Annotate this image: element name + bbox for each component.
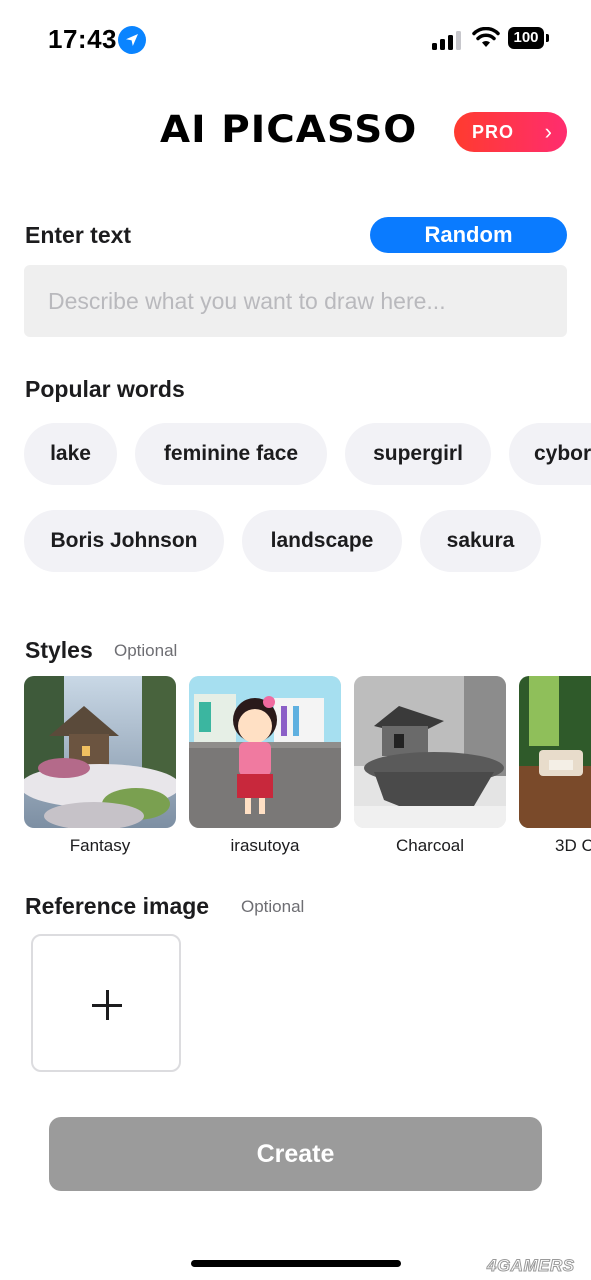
battery-icon: 100 (508, 27, 549, 49)
home-indicator[interactable] (191, 1260, 401, 1267)
popular-words-label: Popular words (25, 376, 185, 402)
status-time: 17:43 (48, 24, 117, 54)
popular-word-chip[interactable]: sakura (420, 510, 541, 572)
popular-word-chip[interactable]: lake (24, 423, 117, 485)
enter-text-label: Enter text (25, 222, 132, 248)
chevron-right-icon: › (544, 119, 553, 144)
3d-style-image (519, 676, 591, 828)
style-card-3d[interactable]: 3D C (519, 676, 591, 856)
create-button[interactable]: Create (49, 1117, 542, 1191)
style-name: Fantasy (69, 836, 131, 855)
reference-optional-label: Optional (241, 897, 305, 916)
popular-word-chip[interactable]: supergirl (345, 423, 491, 485)
style-card-fantasy[interactable]: Fantasy (24, 676, 176, 856)
location-arrow-icon (118, 26, 146, 54)
add-reference-image-button[interactable] (31, 934, 181, 1072)
styles-label: Styles (25, 637, 93, 663)
popular-word-chip[interactable]: feminine face (135, 423, 327, 485)
style-name: irasutoya (230, 836, 300, 855)
styles-optional-label: Optional (114, 641, 178, 660)
charcoal-style-image (354, 676, 506, 828)
popular-word-chip[interactable]: Boris Johnson (24, 510, 224, 572)
irasutoya-style-image (189, 676, 341, 828)
pro-upgrade-button[interactable]: PRO › (454, 112, 567, 152)
style-name: Charcoal (395, 836, 465, 855)
popular-word-chip[interactable]: landscape (242, 510, 402, 572)
fantasy-style-image (24, 676, 176, 828)
popular-word-chip[interactable]: cybor (509, 423, 591, 485)
status-bar: 17:43 100 (0, 0, 591, 80)
plus-icon (92, 990, 122, 1020)
watermark: 4GAMERS (487, 1256, 575, 1276)
cellular-signal-icon (432, 30, 462, 50)
pro-label: PRO (472, 122, 515, 142)
wifi-icon (472, 26, 500, 49)
style-name: 3D C (555, 836, 591, 855)
style-card-irasutoya[interactable]: irasutoya (189, 676, 341, 856)
random-button[interactable]: Random (370, 217, 567, 253)
style-card-charcoal[interactable]: Charcoal (354, 676, 506, 856)
app-title: AI PICASSO (160, 108, 418, 151)
prompt-input[interactable] (24, 265, 567, 337)
reference-image-label: Reference image (25, 893, 210, 919)
